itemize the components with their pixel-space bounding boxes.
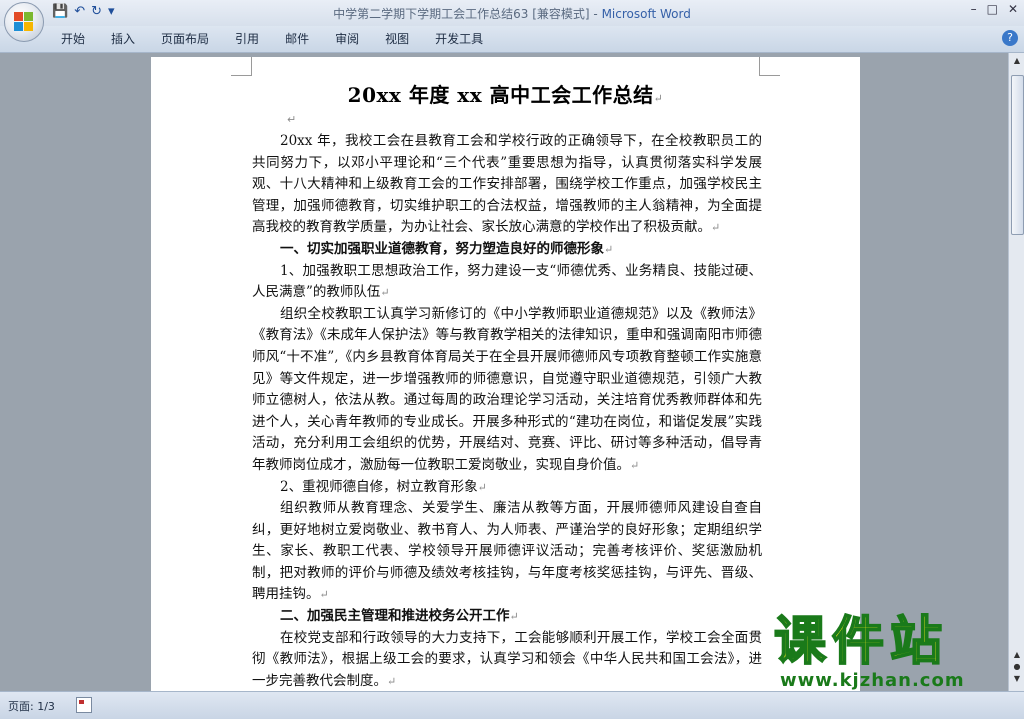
scroll-up-icon[interactable]: ▲: [1010, 55, 1024, 67]
title-bar: 💾 ↶ ↻ ▾ 中学第二学期下学期工会工作总结63 [兼容模式] - Micro…: [0, 0, 1024, 26]
ribbon-tabs: 开始 插入 页面布局 引用 邮件 审阅 视图 开发工具: [48, 26, 496, 52]
body-paragraph: 组织全校教职工认真学习新修订的《中小学教师职业道德规范》以及《教师法》《教育法》…: [252, 305, 762, 473]
document-title: 20xx 年度 xx 高中工会工作总结↵: [347, 83, 664, 107]
body-paragraph: 1、加强教职工思想政治工作，努力建设一支“师德优秀、业务精良、技能过硬、人民满意…: [252, 262, 762, 301]
watermark-url: www.kjzhan.com: [780, 670, 965, 691]
tab-mailings[interactable]: 邮件: [272, 26, 322, 52]
status-bar: 页面: 1/3: [0, 691, 1024, 719]
body-paragraph: 组织教师从教育理念、关爱学生、廉洁从教等方面，开展师德师风建设自查自纠，更好地树…: [252, 500, 762, 603]
empty-paragraph-mark: ↵: [287, 113, 297, 126]
section-heading: 一、切实加强职业道德教育，努力塑造良好的师德形象↵: [280, 240, 614, 257]
page-indicator[interactable]: 页面: 1/3: [8, 698, 55, 714]
watermark-logo-text: 课件站: [773, 612, 949, 672]
ribbon: 开始 插入 页面布局 引用 邮件 审阅 视图 开发工具 ?: [0, 26, 1024, 53]
previous-page-icon[interactable]: ▲: [1010, 649, 1024, 661]
window-title: 中学第二学期下学期工会工作总结63 [兼容模式] - Microsoft Wor…: [333, 7, 691, 21]
restore-button[interactable]: □: [987, 2, 998, 16]
app-name: Microsoft Word: [601, 7, 691, 21]
close-button[interactable]: ✕: [1008, 2, 1018, 16]
tab-view[interactable]: 视图: [372, 26, 422, 52]
body-paragraph: 2、重视师德自修，树立教育形象↵: [280, 478, 487, 495]
tab-insert[interactable]: 插入: [98, 26, 148, 52]
window-controls: – □ ✕: [971, 2, 1018, 16]
crop-mark-right: [759, 57, 780, 76]
tab-references[interactable]: 引用: [222, 26, 272, 52]
vertical-scrollbar[interactable]: ▲ ▲ ● ▼: [1008, 53, 1024, 691]
tab-developer[interactable]: 开发工具: [422, 26, 496, 52]
section-heading: 二、加强民主管理和推进校务公开工作↵: [280, 608, 519, 625]
office-logo-icon: [14, 12, 34, 32]
help-icon[interactable]: ?: [1002, 30, 1018, 46]
proofing-icon[interactable]: [76, 697, 92, 713]
scroll-thumb[interactable]: [1011, 75, 1024, 235]
select-browse-object-icon[interactable]: ●: [1010, 661, 1024, 673]
next-page-icon[interactable]: ▼: [1010, 673, 1024, 685]
crop-mark-left: [231, 57, 252, 76]
tab-review[interactable]: 审阅: [322, 26, 372, 52]
document-body: 20xx 年，我校工会在县教育工会和学校行政的正确领导下，在全校教职员工的共同努…: [252, 131, 762, 691]
document-name: 中学第二学期下学期工会工作总结63 [兼容模式]: [333, 7, 590, 21]
tab-home[interactable]: 开始: [48, 26, 98, 52]
body-paragraph: 20xx 年，我校工会在县教育工会和学校行政的正确领导下，在全校教职员工的共同努…: [252, 133, 762, 236]
body-paragraph: 在校党支部和行政领导的大力支持下，工会能够顺利开展工作，学校工会全面贯彻《教师法…: [252, 629, 762, 689]
watermark: 课件站 www.kjzhan.com: [770, 612, 1010, 692]
minimize-button[interactable]: –: [971, 2, 977, 16]
document-workspace: 20xx 年度 xx 高中工会工作总结↵ ↵ 20xx 年，我校工会在县教育工会…: [0, 53, 1008, 691]
office-button[interactable]: [4, 2, 44, 42]
document-page[interactable]: 20xx 年度 xx 高中工会工作总结↵ ↵ 20xx 年，我校工会在县教育工会…: [151, 57, 860, 691]
tab-page-layout[interactable]: 页面布局: [148, 26, 222, 52]
